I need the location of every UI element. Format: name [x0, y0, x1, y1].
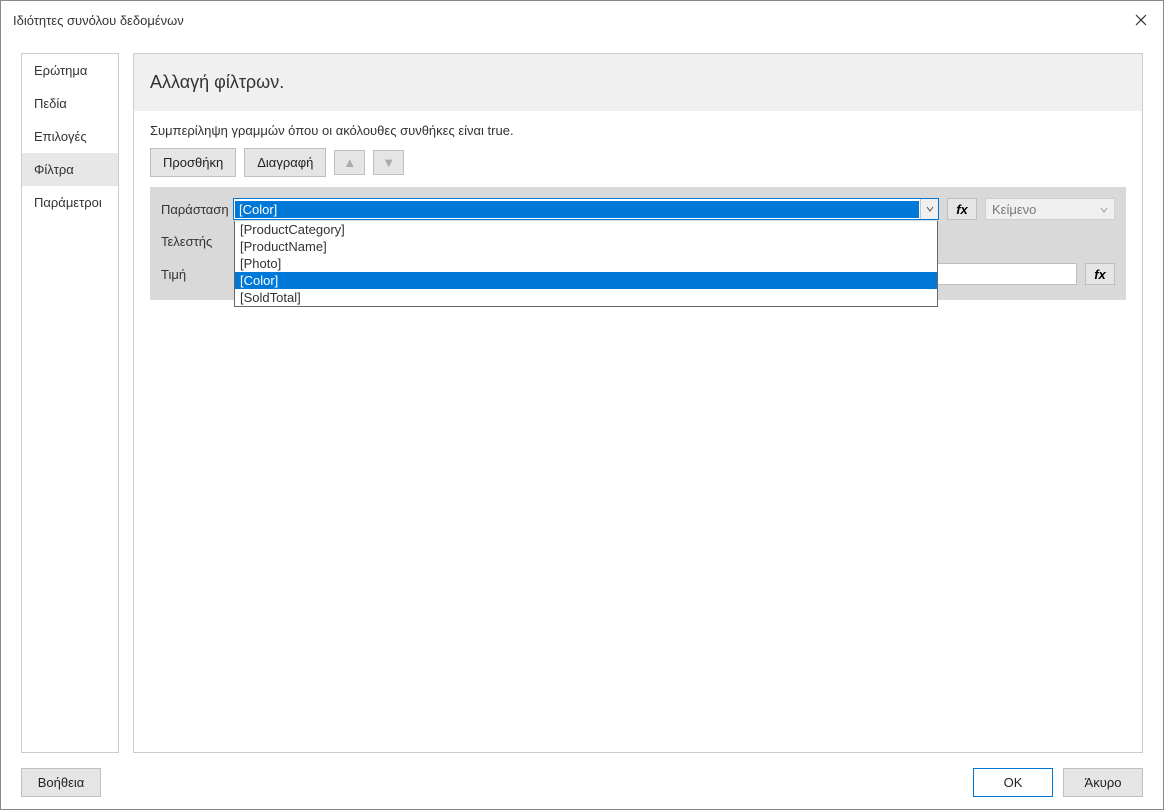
- chevron-down-icon: [1100, 202, 1108, 217]
- fx-icon: fx: [1094, 267, 1106, 282]
- window-title: Ιδιότητες συνόλου δεδομένων: [13, 13, 1131, 28]
- page-subheading: Συμπερίληψη γραμμών όπου οι ακόλουθες συ…: [134, 111, 1142, 138]
- sidebar-item-filters[interactable]: Φίλτρα: [22, 153, 118, 186]
- dialog-footer: Βοήθεια OK Άκυρο: [21, 768, 1143, 797]
- dropdown-option[interactable]: [SoldTotal]: [235, 289, 937, 306]
- help-button[interactable]: Βοήθεια: [21, 768, 101, 797]
- content-area: Ερώτημα Πεδία Επιλογές Φίλτρα Παράμετροι…: [21, 53, 1143, 753]
- chevron-down-icon: [926, 205, 934, 213]
- ok-button[interactable]: OK: [973, 768, 1053, 797]
- filter-editor: Παράσταση [Color] [ProductCategory] [Pro…: [150, 187, 1126, 300]
- type-value: Κείμενο: [992, 202, 1036, 217]
- close-icon: [1135, 14, 1147, 26]
- type-combo[interactable]: Κείμενο: [985, 198, 1115, 220]
- add-button[interactable]: Προσθήκη: [150, 148, 236, 177]
- expression-fx-button[interactable]: fx: [947, 198, 977, 220]
- dropdown-option[interactable]: [ProductName]: [235, 238, 937, 255]
- value-fx-button[interactable]: fx: [1085, 263, 1115, 285]
- dropdown-option[interactable]: [Photo]: [235, 255, 937, 272]
- dropdown-option[interactable]: [Color]: [235, 272, 937, 289]
- expression-selected-value: [Color]: [235, 201, 919, 218]
- sidebar-item-fields[interactable]: Πεδία: [22, 87, 118, 120]
- move-up-button[interactable]: ▲: [334, 150, 365, 175]
- expression-row: Παράσταση [Color] [ProductCategory] [Pro…: [161, 198, 1115, 220]
- expression-dropdown-toggle[interactable]: [920, 199, 938, 219]
- filter-toolbar: Προσθήκη Διαγραφή ▲ ▼: [134, 138, 1142, 187]
- sidebar-item-parameters[interactable]: Παράμετροι: [22, 186, 118, 219]
- operator-label: Τελεστής: [161, 234, 233, 249]
- arrow-up-icon: ▲: [343, 155, 356, 170]
- main-panel: Αλλαγή φίλτρων. Συμπερίληψη γραμμών όπου…: [133, 53, 1143, 753]
- expression-combo[interactable]: [Color] [ProductCategory] [ProductName] …: [233, 198, 939, 220]
- move-down-button[interactable]: ▼: [373, 150, 404, 175]
- expression-label: Παράσταση: [161, 202, 233, 217]
- expression-dropdown-list: [ProductCategory] [ProductName] [Photo] …: [234, 221, 938, 307]
- close-button[interactable]: [1131, 10, 1151, 30]
- delete-button[interactable]: Διαγραφή: [244, 148, 326, 177]
- cancel-button[interactable]: Άκυρο: [1063, 768, 1143, 797]
- fx-icon: fx: [956, 202, 968, 217]
- sidebar-item-options[interactable]: Επιλογές: [22, 120, 118, 153]
- sidebar-nav: Ερώτημα Πεδία Επιλογές Φίλτρα Παράμετροι: [21, 53, 119, 753]
- dropdown-option[interactable]: [ProductCategory]: [235, 221, 937, 238]
- titlebar: Ιδιότητες συνόλου δεδομένων: [1, 1, 1163, 39]
- value-label: Τιμή: [161, 267, 233, 282]
- page-heading: Αλλαγή φίλτρων.: [134, 54, 1142, 111]
- sidebar-item-query[interactable]: Ερώτημα: [22, 54, 118, 87]
- arrow-down-icon: ▼: [382, 155, 395, 170]
